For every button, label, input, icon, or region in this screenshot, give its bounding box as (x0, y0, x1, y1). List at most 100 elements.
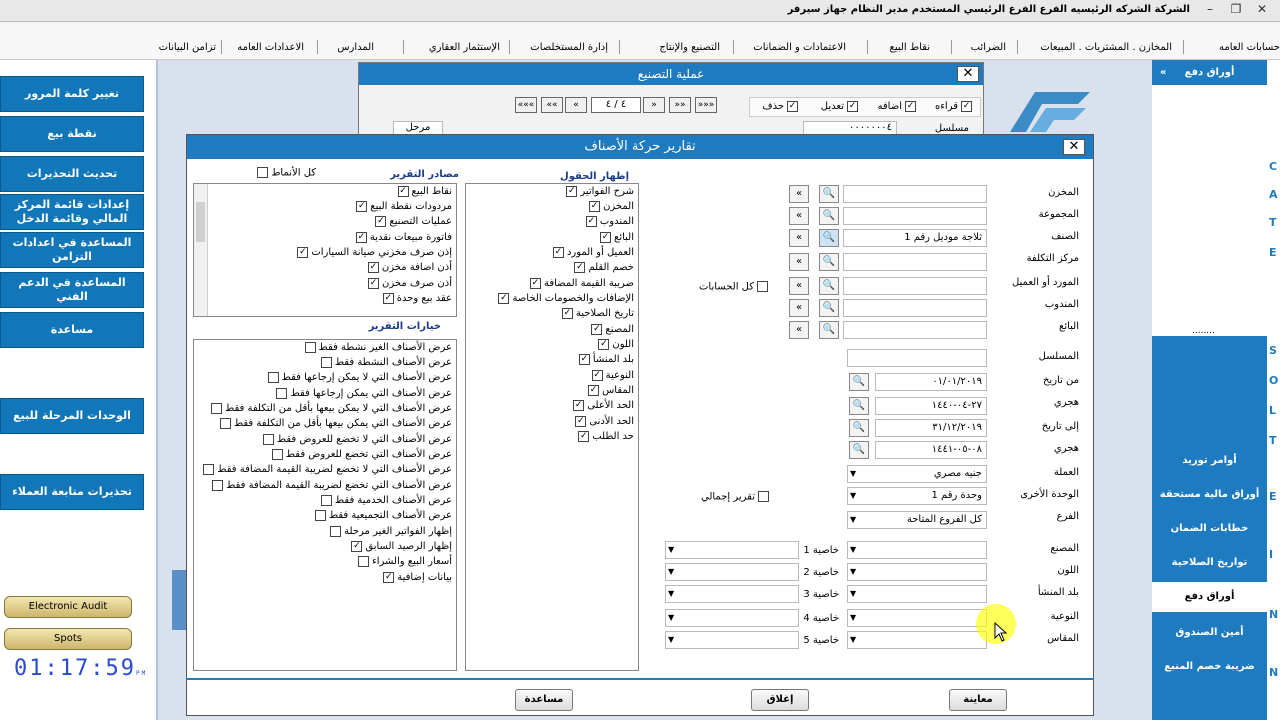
option-checkbox[interactable] (320, 357, 332, 368)
property-1-select[interactable]: ▼ (665, 541, 799, 559)
menu-schools[interactable]: المدارس (337, 42, 374, 53)
to-date-input[interactable]: ٣١/١٢/٢٠١٩ (875, 419, 987, 437)
list-item[interactable]: المصنع ✓ (591, 324, 634, 335)
branch-select[interactable]: ▼ كل الفروع المتاحة (847, 511, 987, 529)
list-item[interactable]: عرض الأصناف الغير نشطة فقط (304, 342, 452, 353)
item-expand-icon[interactable]: « (789, 229, 809, 247)
perm-delete-checkbox[interactable]: ✓ (787, 101, 798, 112)
list-item[interactable]: البائع ✓ (600, 232, 634, 243)
close-app-button[interactable]: ✕ (1250, 2, 1274, 18)
item-input[interactable]: ثلاجة موديل رقم 1 (843, 229, 987, 247)
list-item[interactable]: شرح الفواتير ✓ (566, 186, 634, 197)
list-item[interactable]: عرض الأصناف التي تخضع لضريبة القيمة المض… (212, 480, 452, 491)
list-item[interactable]: عمليات التصنيع ✓ (375, 216, 452, 227)
menu-credits-guarantees[interactable]: الاعتمادات و الضمانات (753, 42, 846, 53)
posted-units-button[interactable]: الوحدات المرحلة للبيع (0, 398, 144, 434)
pos-button[interactable]: نقطة بيع (0, 116, 144, 152)
minimize-button[interactable]: – (1198, 2, 1222, 18)
list-item[interactable]: عقد بيع وحدة ✓ (382, 293, 452, 304)
option-checkbox[interactable] (330, 526, 342, 537)
menu-stores-purchases-sales[interactable]: المخازن . المشتريات . المبيعات (1040, 42, 1172, 53)
list-item[interactable]: عرض الأصناف الخدمية فقط (320, 495, 452, 506)
list-item[interactable]: اللون ✓ (598, 339, 634, 350)
help-button[interactable]: مساعدة (0, 312, 144, 348)
source-checkbox[interactable]: ✓ (367, 262, 379, 273)
spots-button[interactable]: Spots (4, 628, 132, 650)
right-item-expiry-dates[interactable]: تواريخ الصلاحية (1152, 548, 1267, 578)
help-dialog-button[interactable]: مساعدة (515, 689, 573, 711)
serial-input[interactable] (847, 349, 987, 367)
source-checkbox[interactable]: ✓ (297, 247, 309, 258)
cost-center-search-icon[interactable]: 🔍 (819, 253, 839, 271)
group-input[interactable] (843, 207, 987, 225)
hijri-from-input[interactable]: ٢٧-٠٤-١٤٤٠ (875, 397, 987, 415)
group-expand-icon[interactable]: « (789, 207, 809, 225)
perm-read-checkbox[interactable]: ✓ (961, 101, 972, 112)
option-checkbox[interactable] (271, 449, 283, 460)
group-search-icon[interactable]: 🔍 (819, 207, 839, 225)
hijri-to-input[interactable]: ٠٨-٠٥-١٤٤١ (875, 441, 987, 459)
store-expand-icon[interactable]: « (789, 185, 809, 203)
nav-last-button[interactable]: »»» (695, 97, 717, 113)
list-item[interactable]: عرض الأصناف التي يمكن بيعها بأقل من التك… (219, 418, 452, 429)
list-item[interactable]: فاتورة مبيعات نقدية ✓ (355, 232, 452, 243)
source-checkbox[interactable]: ✓ (382, 293, 394, 304)
report-close-icon[interactable]: ✕ (1063, 139, 1085, 155)
option-checkbox[interactable] (212, 480, 224, 491)
rep-search-icon[interactable]: 🔍 (819, 299, 839, 317)
field-checkbox[interactable]: ✓ (573, 400, 585, 411)
list-item[interactable]: عرض الأصناف التجميعية فقط (314, 510, 452, 521)
factory-select[interactable]: ▼ (847, 541, 987, 559)
list-item[interactable]: عرض الأصناف النشطة فقط (320, 357, 452, 368)
nav-next-button[interactable]: » (643, 97, 665, 113)
list-item[interactable]: ضريبة القيمة المضافة ✓ (529, 278, 634, 289)
financial-settings-button[interactable]: إعدادات قائمة المركز المالي وقائمة الدخل (0, 194, 144, 230)
field-checkbox[interactable]: ✓ (578, 431, 590, 442)
list-item[interactable]: إظهار الفواتير الغير مرحلة (330, 526, 452, 537)
menu-real-estate[interactable]: الإستثمار العقاري (429, 42, 500, 53)
from-date-picker-icon[interactable]: 🔍 (849, 373, 869, 391)
option-checkbox[interactable] (304, 342, 316, 353)
list-item[interactable]: تاريخ الصلاحية ✓ (561, 308, 634, 319)
field-checkbox[interactable]: ✓ (561, 308, 573, 319)
support-help-button[interactable]: المساعدة في الدعم الفني (0, 272, 144, 308)
hijri-to-picker-icon[interactable]: 🔍 (849, 441, 869, 459)
list-item[interactable]: عرض الأصناف التي لا يمكن بيعها بأقل من ا… (210, 403, 452, 414)
field-checkbox[interactable]: ✓ (588, 385, 600, 396)
collapse-icon[interactable]: » (1160, 60, 1166, 86)
seller-expand-icon[interactable]: « (789, 321, 809, 339)
option-checkbox[interactable] (262, 434, 274, 445)
field-checkbox[interactable]: ✓ (598, 339, 610, 350)
maximize-button[interactable]: ❐ (1224, 2, 1248, 18)
list-item[interactable]: مردودات نقطة البيع ✓ (356, 201, 452, 212)
option-checkbox[interactable] (267, 372, 279, 383)
list-item[interactable]: الحد الأدنى ✓ (575, 416, 634, 427)
source-checkbox[interactable]: ✓ (368, 278, 380, 289)
supplier-search-icon[interactable]: 🔍 (819, 277, 839, 295)
right-item-withholding-tax[interactable]: ضريبة خصم المنبع (1152, 652, 1267, 682)
menu-general-settings[interactable]: الاعدادات العامه (237, 42, 304, 53)
list-item[interactable]: أسعار البيع والشراء (358, 556, 452, 567)
color-select[interactable]: ▼ (847, 563, 987, 581)
supplier-expand-icon[interactable]: « (789, 277, 809, 295)
electronic-audit-button[interactable]: Electronic Audit (4, 596, 132, 618)
list-item[interactable]: عرض الأصناف التي لا يمكن إرجاعها فقط (267, 372, 452, 383)
all-patterns-checkbox[interactable] (257, 167, 268, 178)
property-3-select[interactable]: ▼ (665, 585, 799, 603)
option-checkbox[interactable]: ✓ (351, 541, 363, 552)
option-checkbox[interactable] (210, 403, 222, 414)
field-checkbox[interactable]: ✓ (552, 247, 564, 258)
type-select[interactable]: ▼ (847, 609, 987, 627)
list-item[interactable]: المقاس ✓ (588, 385, 634, 396)
option-checkbox[interactable] (219, 418, 231, 429)
field-checkbox[interactable]: ✓ (574, 262, 586, 273)
source-checkbox[interactable]: ✓ (397, 186, 409, 197)
nav-prev-button[interactable]: « (565, 97, 587, 113)
right-item-due-papers[interactable]: أوراق مالية مستحقة (1152, 480, 1267, 510)
serial-field[interactable]: ٠٠٠٠٠٠٠٤ (803, 121, 897, 135)
sync-help-button[interactable]: المساعدة في اعدادات التزامن (0, 232, 144, 268)
property-4-select[interactable]: ▼ (665, 609, 799, 627)
rep-input[interactable] (843, 299, 987, 317)
from-date-input[interactable]: ٠١/٠١/٢٠١٩ (875, 373, 987, 391)
customer-warnings-button[interactable]: تحذيرات متابعة العملاء (0, 474, 144, 510)
